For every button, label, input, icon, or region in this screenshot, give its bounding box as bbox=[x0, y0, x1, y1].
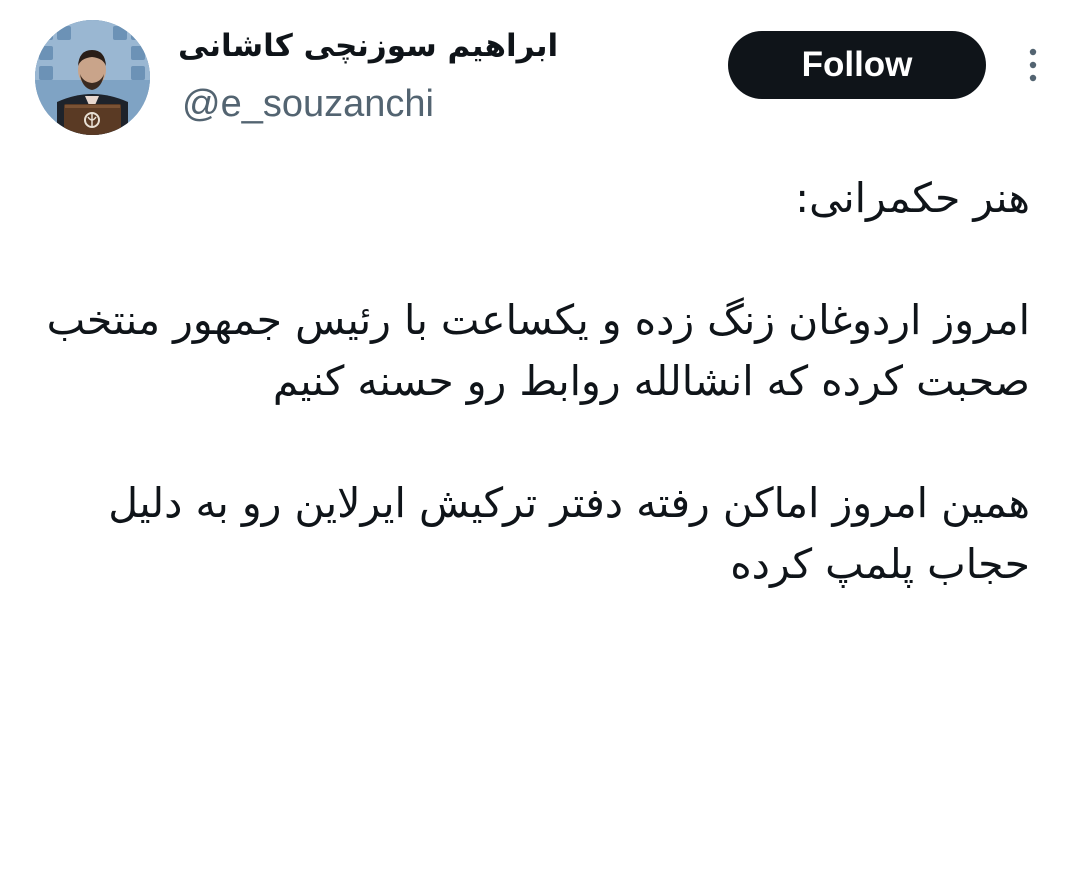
person-at-podium-avatar bbox=[35, 20, 150, 135]
profile-avatar[interactable] bbox=[35, 20, 150, 135]
tweet-header: ابراهیم سوزنچی کاشانی @e_souzanchi Follo… bbox=[0, 0, 1080, 150]
tweet-paragraph: همین امروز اماکن رفته دفتر ترکیش ایرلاین… bbox=[95, 479, 1030, 588]
user-handle[interactable]: @e_souzanchi bbox=[182, 80, 434, 128]
follow-button[interactable]: Follow bbox=[728, 31, 986, 99]
vertical-ellipsis-icon[interactable] bbox=[1018, 42, 1048, 90]
tweet-text: هنر حکمرانی: امروز اردوغان زنگ زده و یکس… bbox=[40, 168, 1030, 656]
display-name[interactable]: ابراهیم سوزنچی کاشانی bbox=[178, 24, 608, 68]
tweet-paragraph: امروز اردوغان زنگ زده و یکساعت با رئیس ج… bbox=[33, 296, 1030, 405]
tweet-paragraph-title: هنر حکمرانی: bbox=[795, 174, 1030, 222]
